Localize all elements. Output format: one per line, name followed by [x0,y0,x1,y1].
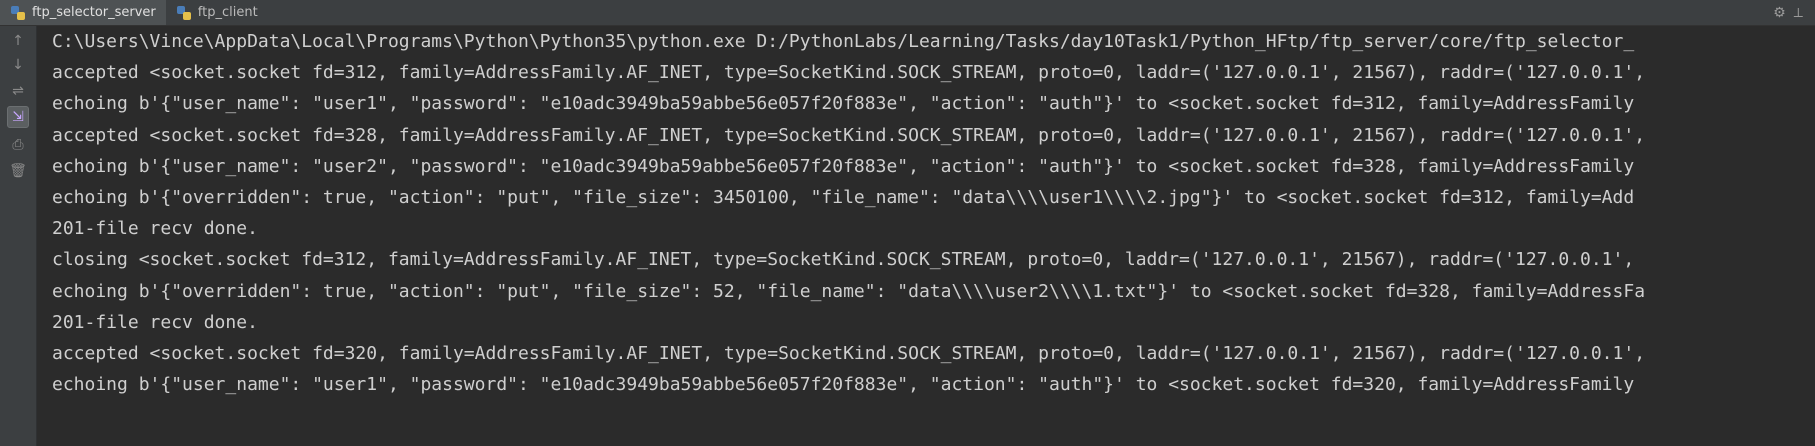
run-console-output[interactable]: C:\Users\Vince\AppData\Local\Programs\Py… [52,26,1815,446]
console-line: echoing b'{"overridden": true, "action":… [52,186,1635,208]
console-line: 201-file recv done. [52,218,258,240]
console-side-toolbar: ↑ ↓ ⇌ ⇲ ⎙ 🗑 [0,26,37,446]
console-line: echoing b'{"user_name": "user2", "passwo… [52,155,1635,177]
console-line: echoing b'{"user_name": "user1", "passwo… [52,374,1635,396]
minimize-panel-icon[interactable]: ⟂ [1794,5,1803,21]
editor-tab-bar: ftp_selector_server ftp_client ⚙ ⟂ [0,0,1815,26]
console-line: closing <socket.socket fd=312, family=Ad… [52,249,1635,271]
console-line: C:\Users\Vince\AppData\Local\Programs\Py… [52,31,1635,52]
console-line: 201-file recv done. [52,311,258,333]
console-line: echoing b'{"user_name": "user1", "passwo… [52,93,1635,115]
console-line: accepted <socket.socket fd=320, family=A… [52,342,1646,364]
tab-label: ftp_selector_server [32,5,156,20]
tab-ftp-client[interactable]: ftp_client [166,0,268,25]
up-arrow-icon[interactable]: ↑ [7,30,29,52]
tab-label: ftp_client [197,5,258,20]
gear-icon[interactable]: ⚙ [1773,5,1786,21]
python-file-icon [176,5,192,21]
trash-icon[interactable]: 🗑 [7,160,29,182]
soft-wrap-icon[interactable]: ⇌ [7,80,29,102]
scroll-to-end-icon[interactable]: ⇲ [7,106,29,128]
console-line: accepted <socket.socket fd=328, family=A… [52,124,1646,146]
console-line: echoing b'{"overridden": true, "action":… [52,280,1646,302]
tab-bar-actions: ⚙ ⟂ [1773,0,1815,25]
console-line: accepted <socket.socket fd=312, family=A… [52,62,1646,84]
print-icon[interactable]: ⎙ [7,134,29,156]
python-file-icon [10,5,26,21]
down-arrow-icon[interactable]: ↓ [7,54,29,76]
tab-ftp-selector-server[interactable]: ftp_selector_server [0,0,166,25]
